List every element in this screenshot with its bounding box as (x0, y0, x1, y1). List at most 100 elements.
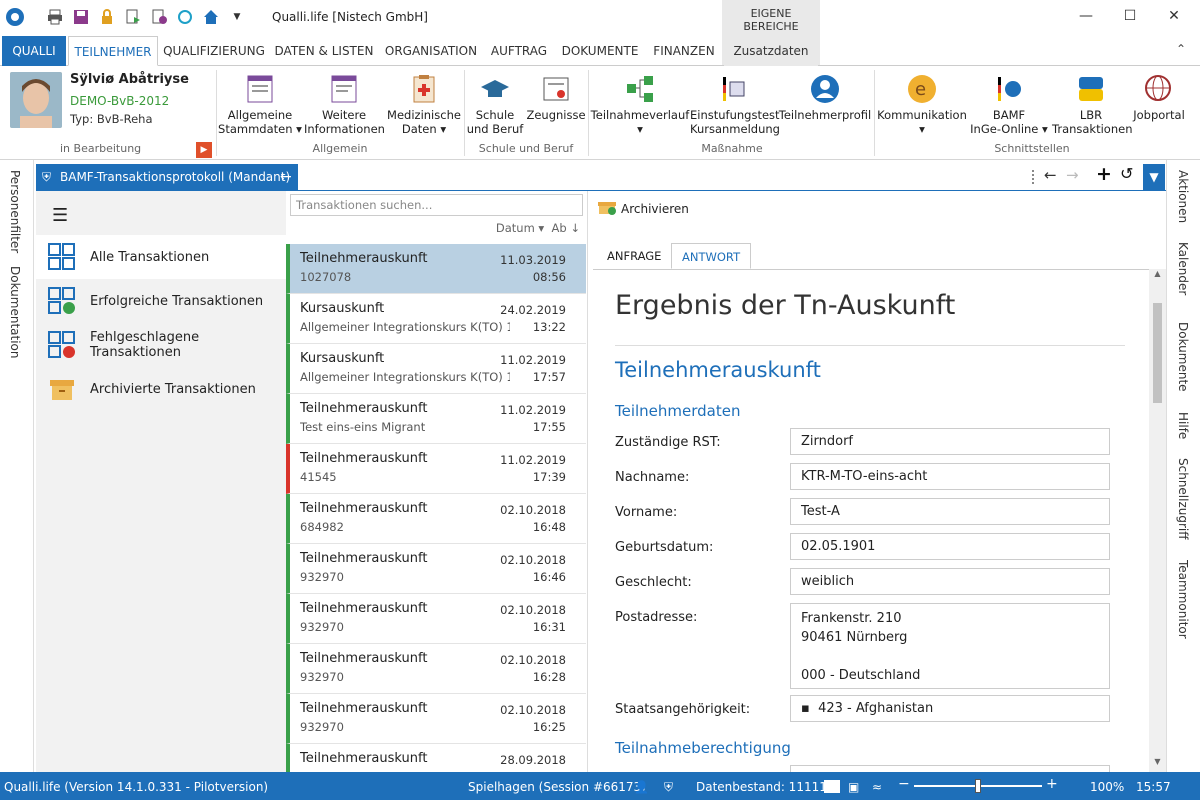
tab-antwort[interactable]: ANTWORT (671, 243, 752, 269)
row-time: 08:56 (532, 270, 566, 284)
zoom-in-icon[interactable]: + (1046, 776, 1058, 792)
print-icon[interactable] (44, 6, 66, 28)
expand-participant-icon[interactable]: ▶ (196, 142, 212, 158)
nav-item-fehlgeschlagen[interactable]: Fehlgeschlagene Transaktionen (36, 323, 286, 367)
sort-field-dropdown[interactable]: Datum ▾ (496, 221, 544, 235)
kommunikation-button[interactable]: e Kommunikation ▾ (876, 70, 968, 136)
sidebar-tab-aktionen[interactable]: Aktionen (1176, 170, 1190, 223)
table-row[interactable]: Teilnehmerauskunft 41545 11.02.2019 17:39 (286, 444, 586, 494)
row-subtitle: 932970 (300, 570, 344, 584)
zoom-out-icon[interactable]: − (898, 776, 910, 792)
einstufungstest-kursanmeldung-button[interactable]: Einstufungstest Kursanmeldung (690, 70, 780, 136)
sort-direction-toggle[interactable]: Ab ↓ (552, 221, 580, 235)
archive-label: Archivieren (621, 201, 689, 216)
nav-back-icon[interactable]: ← (1044, 166, 1057, 184)
next-section-heading: Teilnahmeberechtigung (615, 739, 791, 757)
tab-zusatzdaten[interactable]: Zusatzdaten (724, 36, 818, 66)
clipboard-medical-icon (409, 74, 439, 104)
security-shield-icon[interactable]: ⛨ (664, 780, 673, 795)
lock-status-icon[interactable]: ▣ (848, 780, 859, 794)
scroll-thumb[interactable] (1153, 303, 1162, 403)
bamf-inge-online-button[interactable]: BAMF InGe-Online ▾ (968, 70, 1050, 136)
zoom-slider[interactable] (914, 779, 1042, 793)
back-arrow-icon[interactable]: ← (280, 164, 292, 190)
tab-dokumente[interactable]: DOKUMENTE (558, 36, 642, 66)
tab-finanzen[interactable]: FINANZEN (648, 36, 720, 66)
allgemeine-stammdaten-button[interactable]: Allgemeine Stammdaten ▾ (218, 70, 302, 136)
sidebar-tab-personenfilter[interactable]: Personenfilter (8, 170, 22, 253)
add-icon[interactable]: + (1096, 163, 1112, 185)
teilnehmerprofil-button[interactable]: Teilnehmerprofil (778, 70, 872, 122)
field-label: Nachname: (615, 470, 690, 485)
document-tab[interactable]: ⛨ BAMF-Transaktionsprotokoll (Mandant) ← (36, 164, 298, 190)
mail-alert-icon[interactable] (824, 780, 840, 793)
run-report-icon[interactable] (122, 6, 144, 28)
row-title: Teilnehmerauskunft (300, 701, 428, 716)
archive-button[interactable]: Archivieren (597, 199, 689, 218)
table-row[interactable]: Kursauskunft Allgemeiner Integrationskurs… (286, 344, 586, 394)
tab-auftrag[interactable]: AUFTRAG (486, 36, 552, 66)
title-bar: ▼ Qualli.life [Nistech GmbH] — ☐ ✕ (0, 0, 1200, 35)
tab-daten-listen[interactable]: DATEN & LISTEN (272, 36, 376, 66)
sidebar-tab-hilfe[interactable]: Hilfe (1176, 412, 1190, 439)
save-icon[interactable] (70, 6, 92, 28)
home-icon[interactable] (200, 6, 222, 28)
avatar (10, 72, 62, 128)
nav-item-archiviert[interactable]: Archivierte Transaktionen (36, 367, 286, 411)
table-row[interactable]: Teilnehmerauskunft 932970 02.10.2018 16:25 (286, 694, 586, 744)
tab-qualli[interactable]: QUALLI (2, 36, 66, 66)
lock-icon[interactable] (96, 6, 118, 28)
sidebar-tab-dokumente[interactable]: Dokumente (1176, 322, 1190, 392)
table-row[interactable]: Teilnehmerauskunft Test eins-eins Migrant… (286, 394, 586, 444)
row-subtitle: 1027078 (300, 270, 352, 284)
close-icon[interactable]: ✕ (1164, 8, 1184, 24)
user-icon[interactable]: 👤 (634, 780, 649, 794)
sidebar-tab-schnellzugriff[interactable]: Schnellzugriff (1176, 458, 1190, 540)
table-row[interactable]: Teilnehmerauskunft 932970 02.10.2018 16:46 (286, 544, 586, 594)
bamf-sync-icon (994, 74, 1024, 104)
zoom-slider-thumb[interactable] (975, 779, 981, 793)
medizinische-daten-button[interactable]: Medizinische Daten ▾ (386, 70, 462, 136)
graduation-cap-icon (480, 74, 510, 104)
nav-forward-icon[interactable]: → (1066, 166, 1079, 184)
teilnahmeverlauf-button[interactable]: Teilnahmeverlauf ▾ (590, 70, 690, 136)
search-input[interactable]: Transaktionen suchen... (290, 194, 583, 216)
customize-dropdown-icon[interactable]: ▼ (226, 6, 248, 28)
table-row[interactable]: Teilnehmerauskunft 1027078 11.03.2019 08:56 (286, 244, 586, 294)
participant-name: Sÿlviø Abåtriyse (70, 72, 189, 87)
nationality-label: Staatsangehörigkeit: (615, 702, 751, 717)
table-row[interactable]: Teilnehmerauskunft 684982 02.10.2018 16:48 (286, 494, 586, 544)
nav-item-erfolgreich[interactable]: Erfolgreiche Transaktionen (36, 279, 286, 323)
tab-teilnehmer[interactable]: TEILNEHMER (68, 36, 158, 66)
minimize-icon[interactable]: — (1076, 8, 1096, 24)
play-report-icon[interactable] (148, 6, 170, 28)
collapse-ribbon-icon[interactable]: ⌃ (1176, 42, 1186, 56)
tab-organisation[interactable]: ORGANISATION (382, 36, 480, 66)
table-row[interactable]: Teilnehmerauskunft 28.09.2018 (286, 744, 586, 772)
detail-scrollbar[interactable]: ▲ ▼ (1149, 269, 1166, 772)
table-row[interactable]: Kursauskunft Allgemeiner Integrationskurs… (286, 294, 586, 344)
jobportal-button[interactable]: Jobportal (1130, 70, 1188, 122)
tab-qualifizierung[interactable]: QUALIFIZIERUNG (162, 36, 266, 66)
qualli-logo-icon[interactable] (4, 6, 26, 28)
maximize-icon[interactable]: ☐ (1120, 8, 1140, 24)
tab-anfrage[interactable]: ANFRAGE (597, 243, 671, 269)
lbr-transaktionen-button[interactable]: LBR Transaktionen (1052, 70, 1133, 136)
weitere-informationen-button[interactable]: Weitere Informationen (304, 70, 385, 136)
nav-item-alle[interactable]: Alle Transaktionen (36, 235, 286, 279)
refresh-icon[interactable] (174, 6, 196, 28)
row-title: Kursauskunft (300, 351, 385, 366)
table-row[interactable]: Teilnehmerauskunft 932970 02.10.2018 16:31 (286, 594, 586, 644)
sidebar-tab-teammonitor[interactable]: Teammonitor (1176, 560, 1190, 639)
reset-icon[interactable]: ↺ (1120, 164, 1133, 183)
german-flag-test-icon (718, 74, 748, 104)
shield-icon: ⛨ (42, 170, 52, 184)
hamburger-menu-icon[interactable]: ☰ (52, 205, 68, 226)
sidebar-tab-dokumentation[interactable]: Dokumentation (8, 266, 22, 359)
sidebar-tab-kalender[interactable]: Kalender (1176, 242, 1190, 295)
table-row[interactable]: Teilnehmerauskunft 932970 02.10.2018 16:28 (286, 644, 586, 694)
tab-menu-dropdown-icon[interactable]: ▼ (1143, 164, 1165, 190)
zeugnisse-button[interactable]: Zeugnisse (526, 70, 586, 122)
session-text: Spielhagen (Session #66173) (468, 780, 646, 794)
schule-und-beruf-button[interactable]: Schule und Beruf (466, 70, 524, 136)
